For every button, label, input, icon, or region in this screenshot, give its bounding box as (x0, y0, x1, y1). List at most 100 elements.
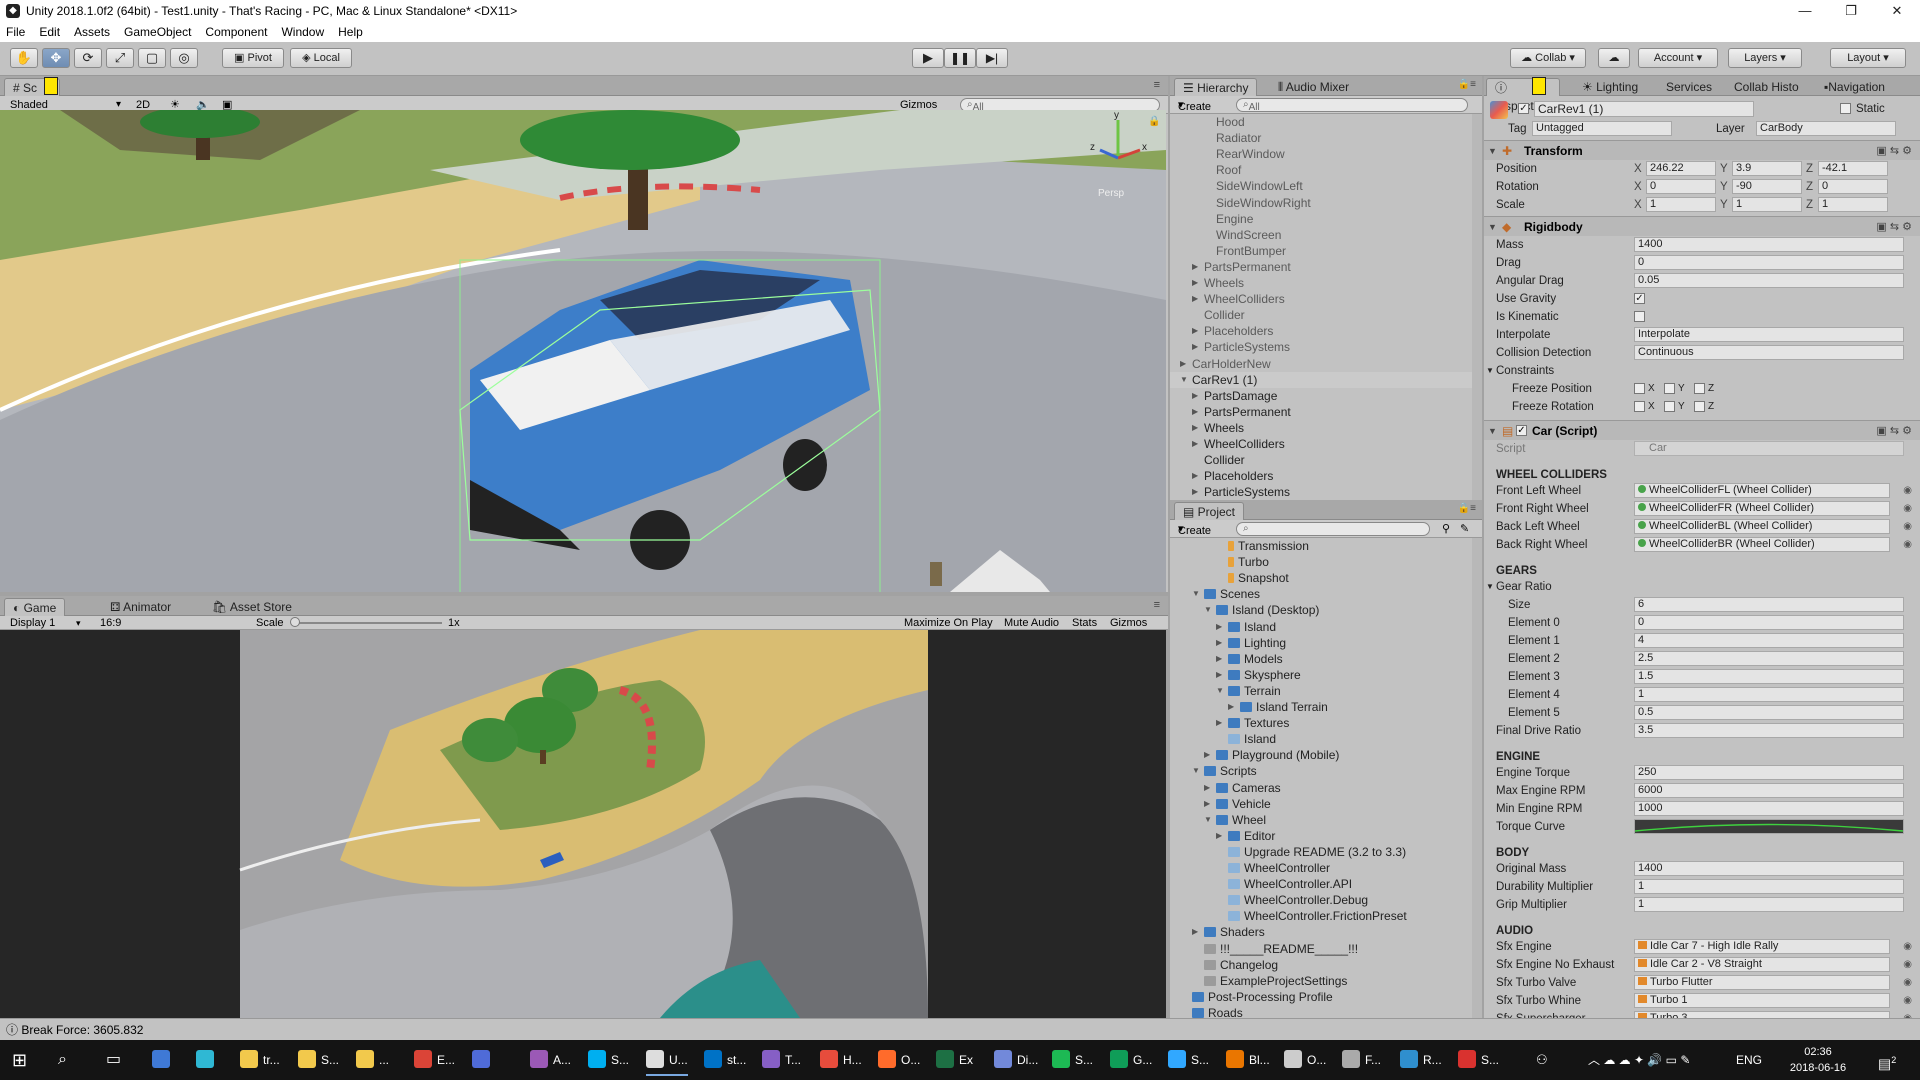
taskbar-app[interactable]: T... (762, 1044, 801, 1076)
hierarchy-item[interactable]: ▶ WheelColliders (1170, 291, 1472, 307)
freeze-z-checkbox[interactable] (1694, 401, 1705, 412)
expand-right-icon[interactable]: ▶ (1216, 651, 1226, 667)
rotation-y-field[interactable]: -90 (1732, 179, 1802, 194)
persp-label[interactable]: Persp (1098, 188, 1124, 199)
scale-slider[interactable] (292, 622, 442, 624)
collab-dropdown[interactable]: ☁ Collab ▾ (1510, 48, 1586, 68)
project-item[interactable]: ▼ Terrain (1170, 683, 1472, 699)
local-toggle[interactable]: ◈ Local (290, 48, 352, 68)
angular-drag-field[interactable]: 0.05 (1634, 273, 1904, 288)
expand-right-icon[interactable]: ▶ (1204, 796, 1214, 812)
expand-right-icon[interactable]: ▶ (1192, 404, 1202, 420)
notification-icon[interactable]: ▤2 (1878, 1044, 1896, 1076)
hierarchy-item[interactable]: ▶ ParticleSystems (1170, 484, 1472, 500)
taskbar-app[interactable] (472, 1044, 495, 1076)
scale-tool-icon[interactable]: ⤢ (106, 48, 134, 68)
search-icon[interactable]: ⌕ (58, 1044, 67, 1076)
project-item[interactable]: ▼ Island (Desktop) (1170, 602, 1472, 618)
project-item[interactable]: Post-Processing Profile (1170, 989, 1472, 1005)
active-checkbox[interactable]: ✓ (1518, 103, 1529, 114)
hierarchy-item[interactable]: ▶ Placeholders (1170, 323, 1472, 339)
value-field[interactable]: 2.5 (1634, 651, 1904, 666)
expand-down-icon[interactable]: ▼ (1192, 763, 1202, 779)
expand-down-icon[interactable]: ▼ (1192, 586, 1202, 602)
pinned-app-icon[interactable] (196, 1044, 219, 1076)
project-item[interactable]: WheelController (1170, 860, 1472, 876)
expand-right-icon[interactable]: ▶ (1228, 699, 1238, 715)
project-item[interactable]: ▶ Island Terrain (1170, 699, 1472, 715)
hierarchy-create-dropdown[interactable]: Create ▾ (1178, 98, 1211, 113)
expand-right-icon[interactable]: ▶ (1204, 780, 1214, 796)
hierarchy-item[interactable]: Engine (1170, 211, 1472, 227)
taskbar-app[interactable]: U... (646, 1044, 688, 1076)
taskbar-app[interactable]: S... (1458, 1044, 1499, 1076)
hierarchy-item[interactable]: FrontBumper (1170, 243, 1472, 259)
taskbar-app[interactable]: S... (1168, 1044, 1209, 1076)
taskbar-app[interactable]: E... (414, 1044, 455, 1076)
project-item[interactable]: ▶ Skysphere (1170, 667, 1472, 683)
scale-y-field[interactable]: 1 (1732, 197, 1802, 212)
tab-services[interactable]: Services (1658, 78, 1720, 96)
object-picker-icon[interactable]: ◉ (1903, 518, 1912, 536)
tab-lighting[interactable]: ☀ Lighting (1574, 78, 1646, 96)
project-item[interactable]: ▶ Cameras (1170, 780, 1472, 796)
expand-right-icon[interactable]: ▶ (1192, 323, 1202, 339)
project-item[interactable]: ▶ Shaders (1170, 924, 1472, 940)
object-picker-icon[interactable]: ◉ (1903, 482, 1912, 500)
taskbar-app[interactable]: O... (1284, 1044, 1326, 1076)
object-picker-icon[interactable]: ◉ (1903, 992, 1912, 1010)
project-create-dropdown[interactable]: Create ▾ (1178, 522, 1211, 537)
people-icon[interactable]: ⚇ (1536, 1044, 1548, 1076)
position-x-field[interactable]: 246.22 (1646, 161, 1716, 176)
freeze-y-checkbox[interactable] (1664, 383, 1675, 394)
scale-z-field[interactable]: 1 (1818, 197, 1888, 212)
project-item[interactable]: WheelController.FrictionPreset (1170, 908, 1472, 924)
tab-animator[interactable]: ⚃ Animator (102, 598, 179, 616)
game-viewport[interactable] (0, 630, 1166, 1018)
project-item[interactable]: Island (1170, 731, 1472, 747)
project-item[interactable]: ▶ Textures (1170, 715, 1472, 731)
expand-right-icon[interactable]: ▶ (1192, 388, 1202, 404)
object-reference-field[interactable]: WheelColliderBR (Wheel Collider)◉ (1634, 537, 1890, 552)
taskbar-app[interactable]: O... (878, 1044, 920, 1076)
project-item[interactable]: ▼ Wheel (1170, 812, 1472, 828)
project-item[interactable]: Upgrade README (3.2 to 3.3) (1170, 844, 1472, 860)
expand-right-icon[interactable]: ▶ (1192, 259, 1202, 275)
object-reference-field[interactable]: Turbo 1◉ (1634, 993, 1890, 1008)
project-item[interactable]: ▼ Scenes (1170, 586, 1472, 602)
value-field[interactable]: 1 (1634, 879, 1904, 894)
expand-down-icon[interactable]: ▼ (1204, 602, 1214, 618)
object-reference-field[interactable]: WheelColliderFL (Wheel Collider)◉ (1634, 483, 1890, 498)
expand-down-icon[interactable]: ▼ (1204, 812, 1214, 828)
use-gravity-checkbox[interactable]: ✓ (1634, 293, 1645, 304)
filter-by-label-icon[interactable]: ✎ (1460, 522, 1469, 536)
freeze-x-checkbox[interactable] (1634, 401, 1645, 412)
hierarchy-item[interactable]: ▶ Wheels (1170, 420, 1472, 436)
value-field[interactable]: 1 (1634, 897, 1904, 912)
object-picker-icon[interactable]: ◉ (1903, 938, 1912, 956)
value-field[interactable]: 250 (1634, 765, 1904, 780)
torque-curve-field[interactable] (1634, 819, 1904, 834)
tray-icons[interactable]: ︿ ☁ ☁ ✦ 🔊 ▭ ✎ (1588, 1044, 1690, 1076)
menu-window[interactable]: Window (281, 25, 324, 39)
project-item[interactable]: WheelController.API (1170, 876, 1472, 892)
expand-down-icon[interactable]: ▼ (1488, 141, 1497, 161)
pinned-app-icon[interactable] (152, 1044, 175, 1076)
taskbar-app[interactable]: ... (356, 1044, 389, 1076)
rotation-x-field[interactable]: 0 (1646, 179, 1716, 194)
object-picker-icon[interactable]: ◉ (1903, 536, 1912, 554)
clock[interactable]: 02:36 2018-06-16 (1786, 1044, 1850, 1076)
start-button[interactable]: ⊞ (12, 1044, 27, 1076)
value-field[interactable]: 3.5 (1634, 723, 1904, 738)
collision-detection-dropdown[interactable]: Continuous (1634, 345, 1904, 360)
expand-right-icon[interactable]: ▶ (1192, 468, 1202, 484)
project-item[interactable]: ▶ Models (1170, 651, 1472, 667)
expand-down-icon[interactable]: ▼ (1486, 578, 1494, 596)
tag-dropdown[interactable]: Untagged (1532, 121, 1672, 136)
tab-inspector[interactable]: ⓘ Inspector (1486, 78, 1560, 113)
project-item[interactable]: !!!_____README_____!!! (1170, 941, 1472, 957)
object-picker-icon[interactable]: ◉ (1903, 956, 1912, 974)
hierarchy-item[interactable]: ▶ PartsDamage (1170, 388, 1472, 404)
taskbar-app[interactable]: S... (298, 1044, 339, 1076)
project-lock-icon[interactable]: 🔒≡ (1458, 503, 1476, 514)
